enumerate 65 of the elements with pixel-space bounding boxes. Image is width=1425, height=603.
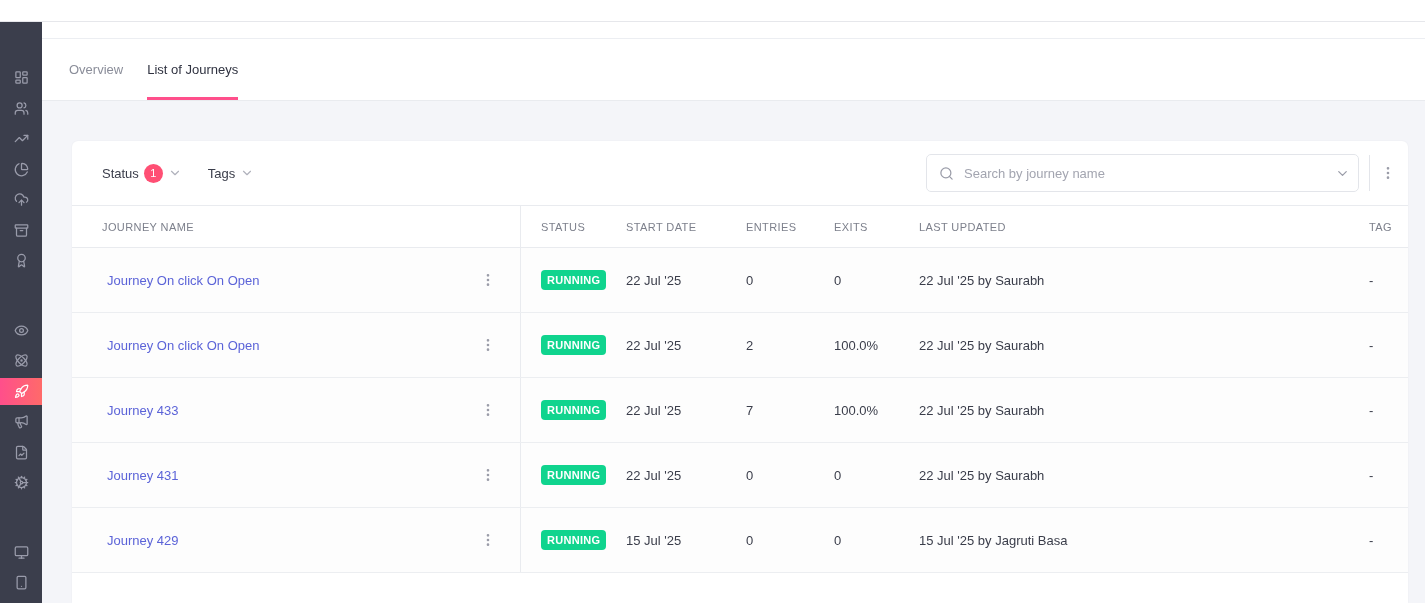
- column-header: JOURNEY NAME: [72, 206, 521, 247]
- gear-icon: [13, 475, 29, 490]
- rocket-icon: [13, 383, 29, 399]
- status-badge: RUNNING: [541, 530, 607, 550]
- table-cell-text: 0: [746, 466, 755, 485]
- column-header: START DATE: [626, 219, 698, 235]
- column-header: TAG: [1369, 219, 1393, 235]
- table-cell-text: 22 Jul '25 by Saurabh: [919, 466, 1046, 485]
- count-badge: 1: [143, 163, 163, 183]
- dashboard-icon: [13, 70, 29, 85]
- table-cell-text: 0: [746, 531, 755, 550]
- table-cell-text: 22 Jul '25 by Saurabh: [919, 401, 1046, 420]
- users-icon: [13, 100, 29, 116]
- table-cell-text: 0: [834, 531, 843, 550]
- table-cell-text: 22 Jul '25: [626, 466, 683, 485]
- table-cell-text: 22 Jul '25: [626, 401, 683, 420]
- table-cell-text: -: [1369, 336, 1375, 355]
- journey-link[interactable]: Journey 429: [107, 532, 179, 548]
- table-cell-text: -: [1369, 531, 1375, 550]
- search-icon: [939, 165, 954, 181]
- search-field[interactable]: Search by journey name: [926, 154, 1359, 192]
- journey-link[interactable]: Journey 433: [107, 402, 179, 418]
- table-cell-text: 0: [834, 271, 843, 290]
- column-header: LAST UPDATED: [919, 219, 1007, 235]
- filter-label: Tags: [207, 165, 236, 181]
- column-header: STATUS: [540, 219, 587, 235]
- table-cell-text: 22 Jul '25 by Saurabh: [919, 271, 1046, 290]
- filter-label: Status: [102, 165, 139, 181]
- search-input[interactable]: Search by journey name: [962, 164, 1327, 182]
- status-badge: RUNNING: [541, 400, 607, 420]
- table-cell-text: 7: [746, 401, 755, 420]
- table-cell-text: 22 Jul '25 by Saurabh: [919, 336, 1046, 355]
- report-icon: [13, 444, 29, 460]
- table-cell-text: -: [1369, 401, 1375, 420]
- filter-dropdown[interactable]: Status 1: [102, 163, 182, 183]
- table-cell-text: 2: [746, 336, 755, 355]
- status-badge: RUNNING: [541, 465, 607, 485]
- table-cell-text: 22 Jul '25: [626, 271, 683, 290]
- column-header: ENTRIES: [746, 219, 798, 235]
- table-cell-text: 15 Jul '25 by Jagruti Basa: [919, 531, 1069, 550]
- monitor-icon: [13, 544, 29, 560]
- status-badge: RUNNING: [541, 335, 607, 355]
- table-cell-text: 15 Jul '25: [626, 531, 683, 550]
- table-cell-text: 22 Jul '25: [626, 336, 683, 355]
- table-cell-text: 100.0%: [834, 401, 880, 420]
- eye-icon: [13, 322, 29, 338]
- pie-chart-icon: [13, 161, 29, 177]
- filter-dropdown[interactable]: Tags: [207, 165, 255, 181]
- column-header: EXITS: [834, 219, 869, 235]
- tab[interactable]: Overview: [69, 39, 124, 100]
- megaphone-icon: [13, 414, 29, 429]
- tab[interactable]: List of Journeys: [147, 39, 239, 100]
- journey-link[interactable]: Journey On click On Open: [107, 337, 260, 353]
- journey-link[interactable]: Journey On click On Open: [107, 272, 260, 288]
- table-cell-text: -: [1369, 466, 1375, 485]
- journey-link[interactable]: Journey 431: [107, 467, 179, 483]
- table-cell-text: -: [1369, 271, 1375, 290]
- status-badge: RUNNING: [541, 270, 607, 290]
- sidebar-item[interactable]: [0, 377, 42, 405]
- table-cell-text: 0: [834, 466, 843, 485]
- folder-icon: [13, 222, 29, 238]
- table-cell-text: 100.0%: [834, 336, 880, 355]
- phone-icon: [13, 575, 29, 590]
- table-cell-text: 0: [746, 271, 755, 290]
- cloud-icon: [13, 192, 29, 207]
